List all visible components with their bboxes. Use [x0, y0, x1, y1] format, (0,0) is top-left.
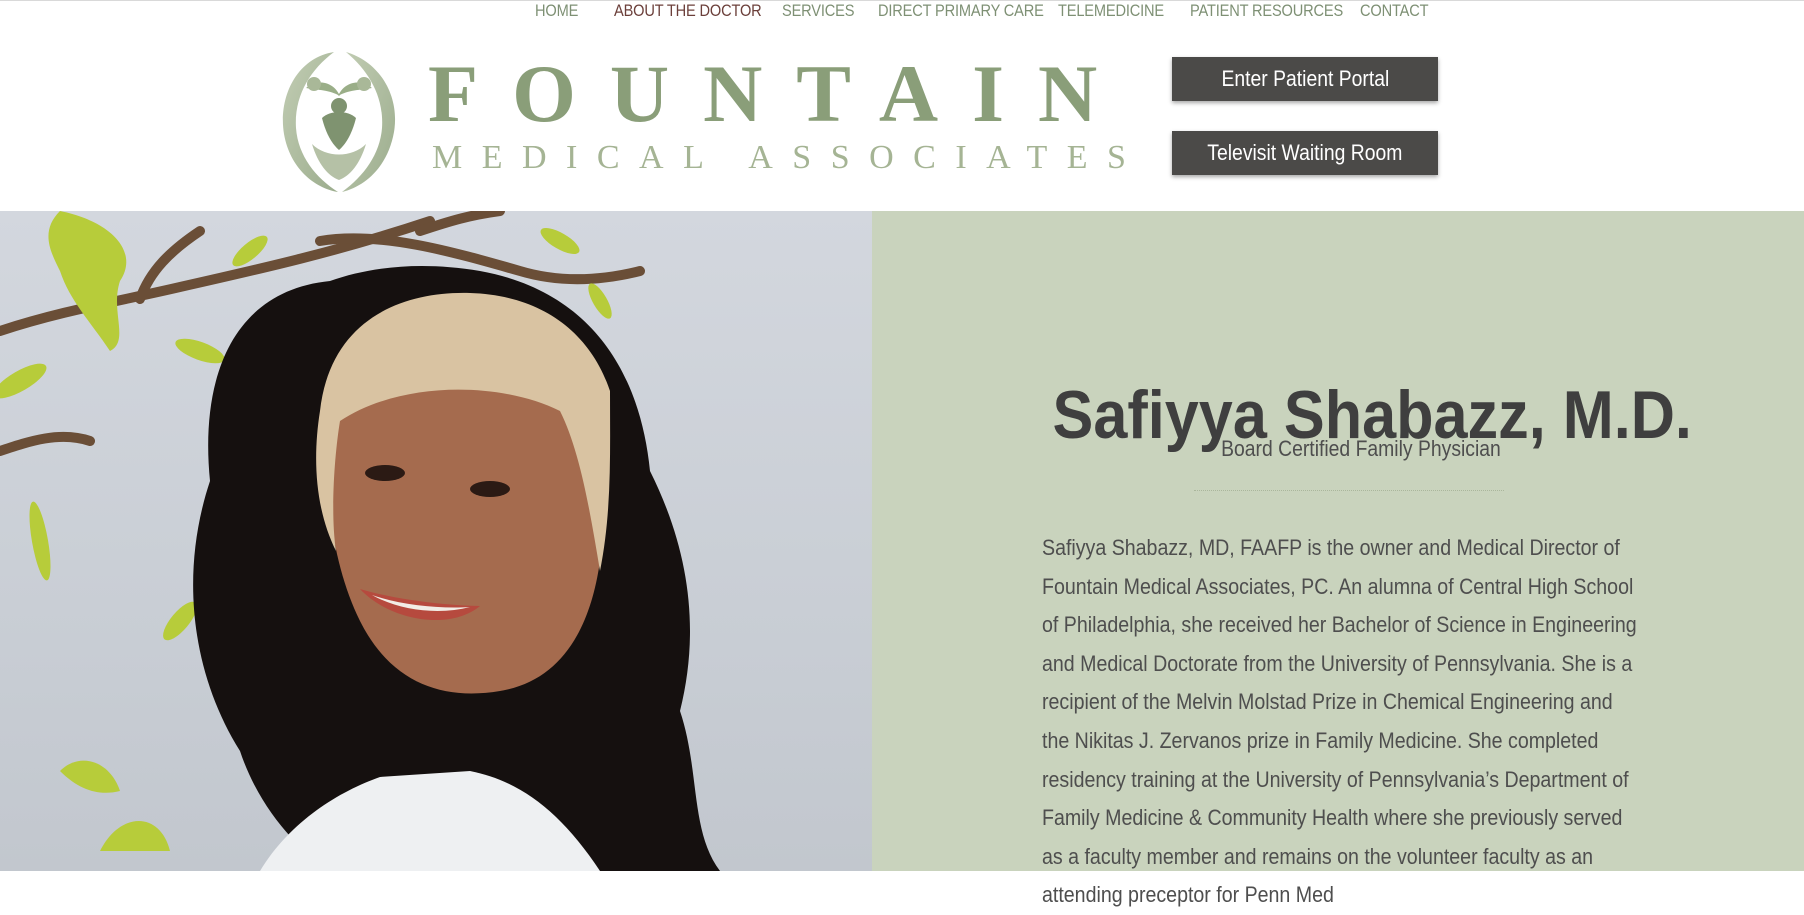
nav-contact[interactable]: CONTACT [1360, 0, 1429, 22]
nav-direct-primary-care[interactable]: DIRECT PRIMARY CARE [878, 0, 1044, 22]
doctor-title: Board Certified Family Physician [1221, 436, 1501, 461]
televisit-waiting-room-label: Televisit Waiting Room [1207, 140, 1403, 165]
doctor-portrait-photo [0, 211, 872, 871]
televisit-waiting-room-button[interactable]: Televisit Waiting Room [1172, 131, 1438, 175]
logo-tagline: MEDICAL ASSOCIATES [432, 139, 1146, 176]
enter-patient-portal-button[interactable]: Enter Patient Portal [1172, 57, 1438, 101]
nav-home[interactable]: HOME [535, 0, 578, 22]
main-nav: HOME ABOUT THE DOCTOR SERVICES DIRECT PR… [0, 0, 1804, 22]
doctor-bio: Safiyya Shabazz, MD, FAAFP is the owner … [1042, 529, 1642, 915]
logo-wordmark: FOUNTAIN [428, 48, 1132, 139]
section-divider [1194, 490, 1504, 491]
site-logo[interactable]: FOUNTAIN MEDICAL ASSOCIATES [272, 48, 1126, 198]
doctor-portrait-image [0, 211, 720, 871]
doctor-bio-text: Safiyya Shabazz, MD, FAAFP is the owner … [1042, 535, 1637, 908]
nav-services[interactable]: SERVICES [782, 0, 854, 22]
enter-patient-portal-label: Enter Patient Portal [1221, 66, 1389, 91]
fountain-figures-logo-icon [282, 52, 396, 192]
nav-about-the-doctor[interactable]: ABOUT THE DOCTOR [614, 0, 762, 22]
doctor-title-line: Board Certified Family Physician [872, 435, 1804, 463]
doctor-info-panel: Safiyya Shabazz, M.D. Board Certified Fa… [872, 211, 1804, 907]
nav-patient-resources[interactable]: PATIENT RESOURCES [1190, 0, 1343, 22]
nav-telemedicine[interactable]: TELEMEDICINE [1058, 0, 1164, 22]
